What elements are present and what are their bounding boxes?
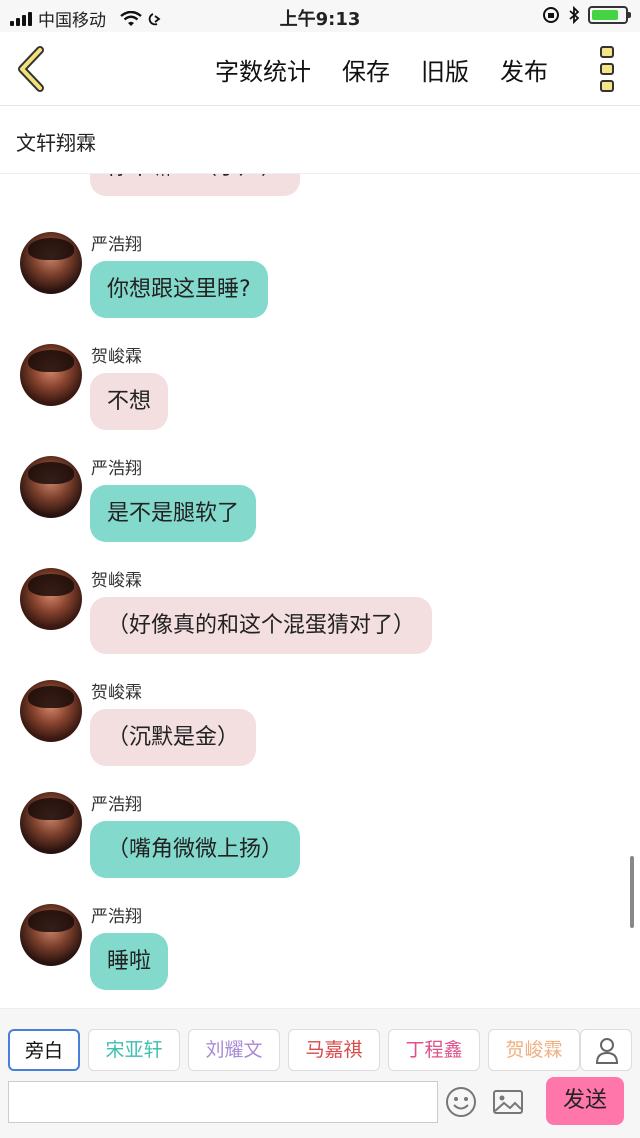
message-bubble[interactable]: 你干嘛！（小声） bbox=[90, 174, 301, 196]
image-icon[interactable] bbox=[491, 1085, 525, 1119]
story-title-bar: 文轩翔霖 bbox=[0, 106, 640, 174]
role-button[interactable]: 马嘉祺 bbox=[288, 1029, 380, 1071]
message-input[interactable] bbox=[8, 1081, 438, 1123]
battery-icon bbox=[588, 6, 631, 24]
emoji-icon[interactable] bbox=[444, 1085, 478, 1119]
speaker-name: 贺峻霖 bbox=[91, 347, 142, 367]
avatar[interactable] bbox=[20, 456, 82, 518]
send-button[interactable]: 发送 bbox=[546, 1077, 624, 1125]
rotation-lock-icon bbox=[543, 7, 559, 23]
avatar[interactable] bbox=[20, 232, 82, 294]
avatar[interactable] bbox=[20, 344, 82, 406]
role-narrator-button[interactable]: 旁白 bbox=[8, 1029, 80, 1071]
speaker-name: 贺峻霖 bbox=[91, 571, 142, 591]
publish-button[interactable]: 发布 bbox=[500, 52, 548, 87]
word-count-button[interactable]: 字数统计 bbox=[215, 52, 311, 87]
message-bubble[interactable]: （好像真的和这个混蛋猜对了） bbox=[90, 597, 433, 654]
message-bubble[interactable]: （沉默是金） bbox=[90, 709, 257, 766]
speaker-name: 严浩翔 bbox=[91, 795, 142, 815]
speaker-name: 严浩翔 bbox=[91, 459, 142, 479]
old-version-button[interactable]: 旧版 bbox=[421, 52, 469, 87]
composer-panel: 旁白 宋亚轩 刘耀文 马嘉祺 丁程鑫 贺峻霖 发送 bbox=[0, 1008, 640, 1138]
bluetooth-icon bbox=[569, 6, 580, 24]
message-bubble[interactable]: 是不是腿软了 bbox=[90, 485, 257, 542]
avatar[interactable] bbox=[20, 904, 82, 966]
top-nav: 字数统计 保存 旧版 发布 bbox=[0, 32, 640, 106]
status-bar: 中国移动 上午9:13 bbox=[0, 0, 640, 32]
avatar[interactable] bbox=[20, 568, 82, 630]
chat-scrollbar[interactable] bbox=[630, 856, 634, 928]
role-button[interactable]: 宋亚轩 bbox=[88, 1029, 180, 1071]
message-bubble[interactable]: 不想 bbox=[90, 373, 169, 430]
save-button[interactable]: 保存 bbox=[342, 52, 390, 87]
role-selector: 旁白 宋亚轩 刘耀文 马嘉祺 丁程鑫 贺峻霖 bbox=[8, 1029, 580, 1071]
speaker-name: 严浩翔 bbox=[91, 907, 142, 927]
message-bubble[interactable]: 你想跟这里睡? bbox=[90, 261, 268, 318]
avatar[interactable] bbox=[20, 792, 82, 854]
message-bubble[interactable]: 睡啦 bbox=[90, 933, 169, 990]
chat-list[interactable]: 你干嘛！（小声） 严浩翔 你想跟这里睡? 贺峻霖 不想 严浩翔 是不是腿软了 贺… bbox=[0, 174, 640, 1008]
speaker-name: 严浩翔 bbox=[91, 235, 142, 255]
avatar[interactable] bbox=[20, 680, 82, 742]
speaker-name: 贺峻霖 bbox=[91, 683, 142, 703]
story-title: 文轩翔霖 bbox=[16, 131, 96, 155]
add-role-button[interactable] bbox=[580, 1029, 632, 1071]
message-bubble[interactable]: （嘴角微微上扬） bbox=[90, 821, 301, 878]
role-button[interactable]: 刘耀文 bbox=[188, 1029, 280, 1071]
role-button[interactable]: 丁程鑫 bbox=[388, 1029, 480, 1071]
back-chevron-icon[interactable] bbox=[12, 46, 52, 92]
user-icon bbox=[595, 1038, 619, 1064]
more-menu-icon[interactable] bbox=[600, 46, 616, 92]
role-button[interactable]: 贺峻霖 bbox=[488, 1029, 580, 1071]
